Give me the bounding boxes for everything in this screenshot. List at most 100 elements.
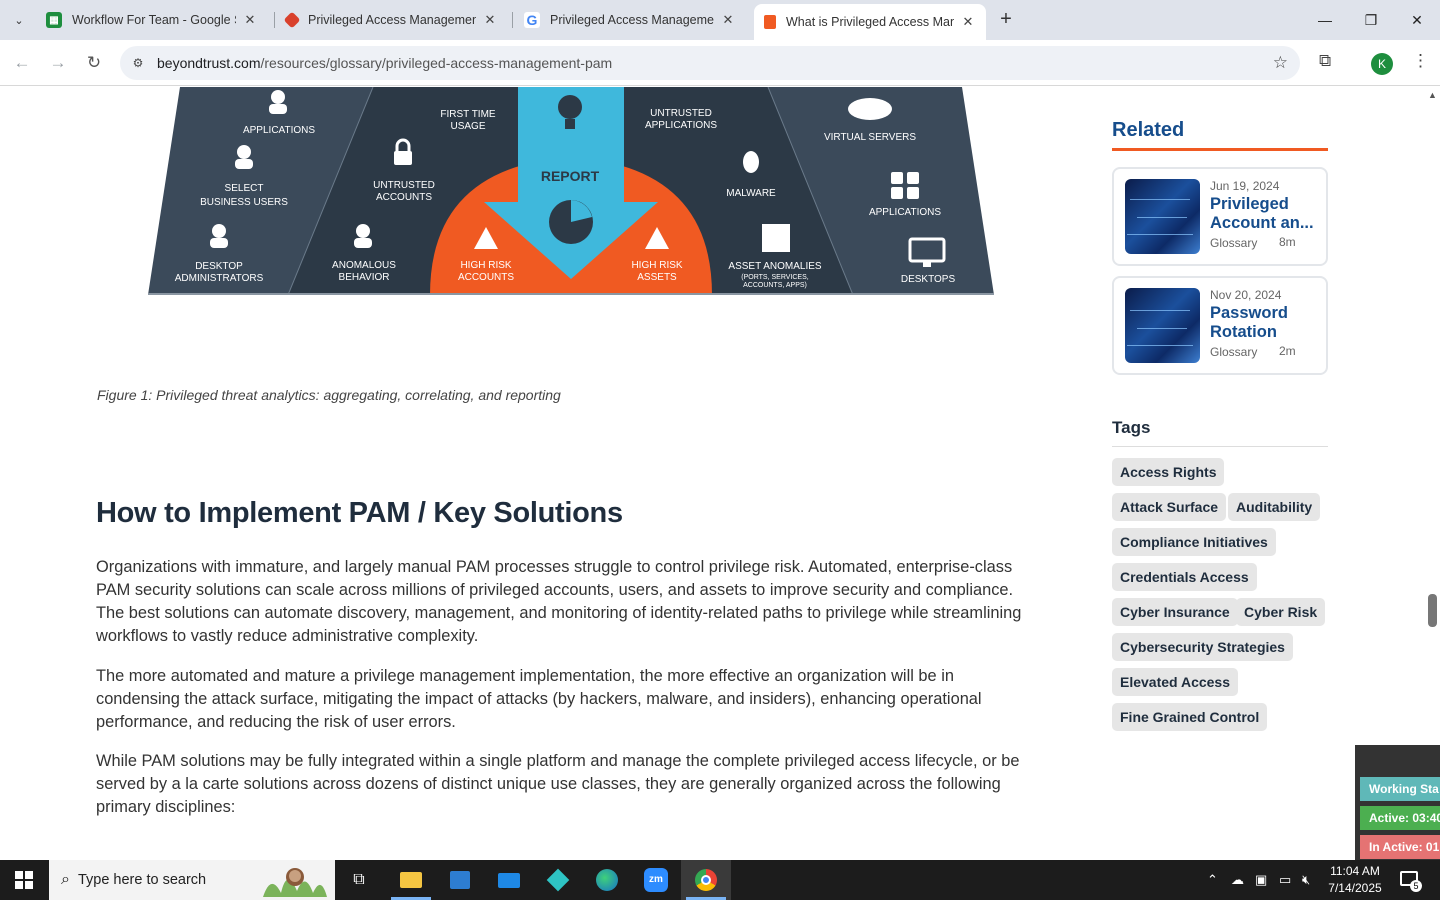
related-divider [1112, 148, 1328, 151]
site-info-icon[interactable]: ⚙ [128, 56, 148, 70]
figure-label: ACCOUNTS [376, 192, 432, 203]
minimize-button[interactable]: ― [1302, 0, 1348, 40]
card-title[interactable]: Privileged Account an... [1210, 195, 1320, 233]
related-card[interactable]: Jun 19, 2024 Privileged Account an... Gl… [1112, 167, 1328, 266]
bookmark-star-icon[interactable]: ☆ [1273, 53, 1288, 73]
card-category: Glossary [1210, 236, 1258, 250]
tag-fine-grained-control[interactable]: Fine Grained Control [1112, 703, 1268, 731]
figure-label: DESKTOPS [901, 274, 956, 285]
taskbar-search[interactable]: ⌕ Type here to search [49, 860, 335, 900]
card-date: Jun 19, 2024 [1210, 179, 1280, 193]
chrome-icon[interactable] [691, 865, 721, 895]
windows-logo-icon [15, 871, 33, 889]
figure-label: UNTRUSTED [373, 180, 435, 191]
tab-pam-google[interactable]: G Privileged Access Management ✕ [514, 4, 746, 36]
figure-label: BUSINESS USERS [200, 197, 288, 208]
microsoft-store-icon[interactable] [445, 865, 475, 895]
address-bar[interactable]: ⚙ beyondtrust.com/resources/glossary/pri… [120, 46, 1300, 80]
forward-button[interactable]: → [46, 51, 70, 75]
figure-label: ASSET ANOMALIES [728, 261, 822, 272]
threat-analytics-diagram: APPLICATIONS SELECT BUSINESS USERS DESKT… [148, 87, 994, 295]
tag-access-rights[interactable]: Access Rights [1112, 458, 1225, 486]
chevron-up-icon[interactable]: ⌃ [1207, 872, 1218, 888]
beyondtrust-icon [764, 15, 776, 29]
tag-auditability[interactable]: Auditability [1228, 493, 1321, 521]
security-icon[interactable]: ▣ [1255, 872, 1267, 888]
tab-title: Workflow For Team - Google Sh [72, 13, 236, 27]
card-category: Glossary [1210, 345, 1258, 359]
maximize-button[interactable]: ❐ [1348, 0, 1394, 40]
scrollbar-thumb[interactable] [1428, 594, 1437, 627]
tag-cybersecurity-strategies[interactable]: Cybersecurity Strategies [1112, 633, 1293, 661]
network-icon[interactable]: ▭ [1279, 872, 1291, 888]
kodi-icon[interactable] [543, 865, 573, 895]
tag-compliance-initiatives[interactable]: Compliance Initiatives [1112, 528, 1276, 556]
extensions-icon[interactable]: ⧉ [1319, 51, 1331, 71]
clock-time: 11:04 AM [1330, 864, 1380, 878]
tab-pam-gemini[interactable]: Privileged Access Management ✕ [276, 4, 508, 36]
close-icon[interactable]: ✕ [720, 12, 736, 28]
tab-workflow[interactable]: ▦ Workflow For Team - Google Sh ✕ [36, 4, 268, 36]
figure-label-report: REPORT [541, 168, 600, 184]
tag-cyber-insurance[interactable]: Cyber Insurance [1112, 598, 1238, 626]
tab-strip: ⌄ ▦ Workflow For Team - Google Sh ✕ Priv… [0, 0, 1440, 40]
edge-icon[interactable] [592, 865, 622, 895]
page-content: APPLICATIONS SELECT BUSINESS USERS DESKT… [0, 87, 1440, 860]
inactive-time-badge: In Active: 01 [1360, 835, 1440, 859]
working-status-button[interactable]: Working Sta [1360, 777, 1440, 801]
tab-what-is-pam[interactable]: What is Privileged Access Mana ✕ [754, 4, 986, 40]
figure-label: UNTRUSTED [650, 108, 712, 119]
new-tab-button[interactable]: + [996, 9, 1016, 31]
related-card[interactable]: Nov 20, 2024 Password Rotation Glossary … [1112, 276, 1328, 375]
tags-divider [1112, 446, 1328, 447]
notification-center-button[interactable]: 5 [1398, 869, 1422, 892]
figure-label: HIGH RISK [460, 260, 511, 271]
file-explorer-icon[interactable] [396, 865, 426, 895]
tab-title: Privileged Access Management [550, 13, 714, 27]
close-icon[interactable]: ✕ [960, 14, 976, 30]
card-title[interactable]: Password Rotation [1210, 304, 1320, 342]
figure-label: SELECT [225, 183, 264, 194]
tag-attack-surface[interactable]: Attack Surface [1112, 493, 1227, 521]
article-paragraph: The more automated and mature a privileg… [96, 667, 982, 731]
figure-label: HIGH RISK [631, 260, 682, 271]
close-icon[interactable]: ✕ [482, 12, 498, 28]
close-window-button[interactable]: ✕ [1394, 0, 1440, 40]
start-button[interactable] [0, 860, 48, 900]
sheets-icon: ▦ [46, 12, 62, 28]
back-button[interactable]: ← [10, 51, 34, 75]
figure-label: APPLICATIONS [243, 125, 315, 136]
figure-caption: Figure 1: Privileged threat analytics: a… [97, 387, 561, 403]
related-heading: Related [1112, 119, 1185, 141]
profile-avatar[interactable]: K [1371, 53, 1393, 75]
tags-heading: Tags [1112, 418, 1151, 437]
card-date: Nov 20, 2024 [1210, 288, 1282, 302]
tab-search-button[interactable]: ⌄ [6, 8, 32, 32]
onedrive-icon[interactable]: ☁ [1231, 872, 1244, 888]
volume-muted-icon[interactable]: 🔇︎ [1302, 872, 1310, 888]
zoom-icon[interactable]: zm [641, 865, 671, 895]
chevron-down-icon: ⌄ [14, 14, 24, 27]
mail-icon[interactable] [494, 865, 524, 895]
read-time-value: 2m [1279, 344, 1296, 358]
article-paragraph: Organizations with immature, and largely… [96, 558, 1022, 645]
scroll-up-arrow[interactable]: ▲ [1428, 90, 1437, 100]
card-thumbnail [1125, 288, 1200, 363]
reload-button[interactable]: ↻ [82, 51, 106, 75]
search-icon: ⌕ [61, 871, 70, 888]
tab-separator [512, 12, 513, 28]
tab-separator [274, 12, 275, 28]
tag-credentials-access[interactable]: Credentials Access [1112, 563, 1257, 591]
close-icon[interactable]: ✕ [242, 12, 258, 28]
tag-cyber-risk[interactable]: Cyber Risk [1236, 598, 1326, 626]
figure-label: (PORTS, SERVICES, [741, 274, 808, 281]
tag-elevated-access[interactable]: Elevated Access [1112, 668, 1238, 696]
figure-label: ASSETS [637, 272, 677, 283]
figure-label: ACCOUNTS [458, 272, 514, 283]
figure-label: APPLICATIONS [645, 120, 717, 131]
article-paragraph: While PAM solutions may be fully integra… [96, 752, 1020, 816]
task-view-icon[interactable]: ⧉ [344, 865, 374, 895]
taskbar-clock[interactable]: 11:04 AM 7/14/2025 [1322, 863, 1388, 897]
menu-icon[interactable]: ⋮ [1412, 51, 1429, 71]
card-read-time: 2m [1279, 344, 1296, 358]
